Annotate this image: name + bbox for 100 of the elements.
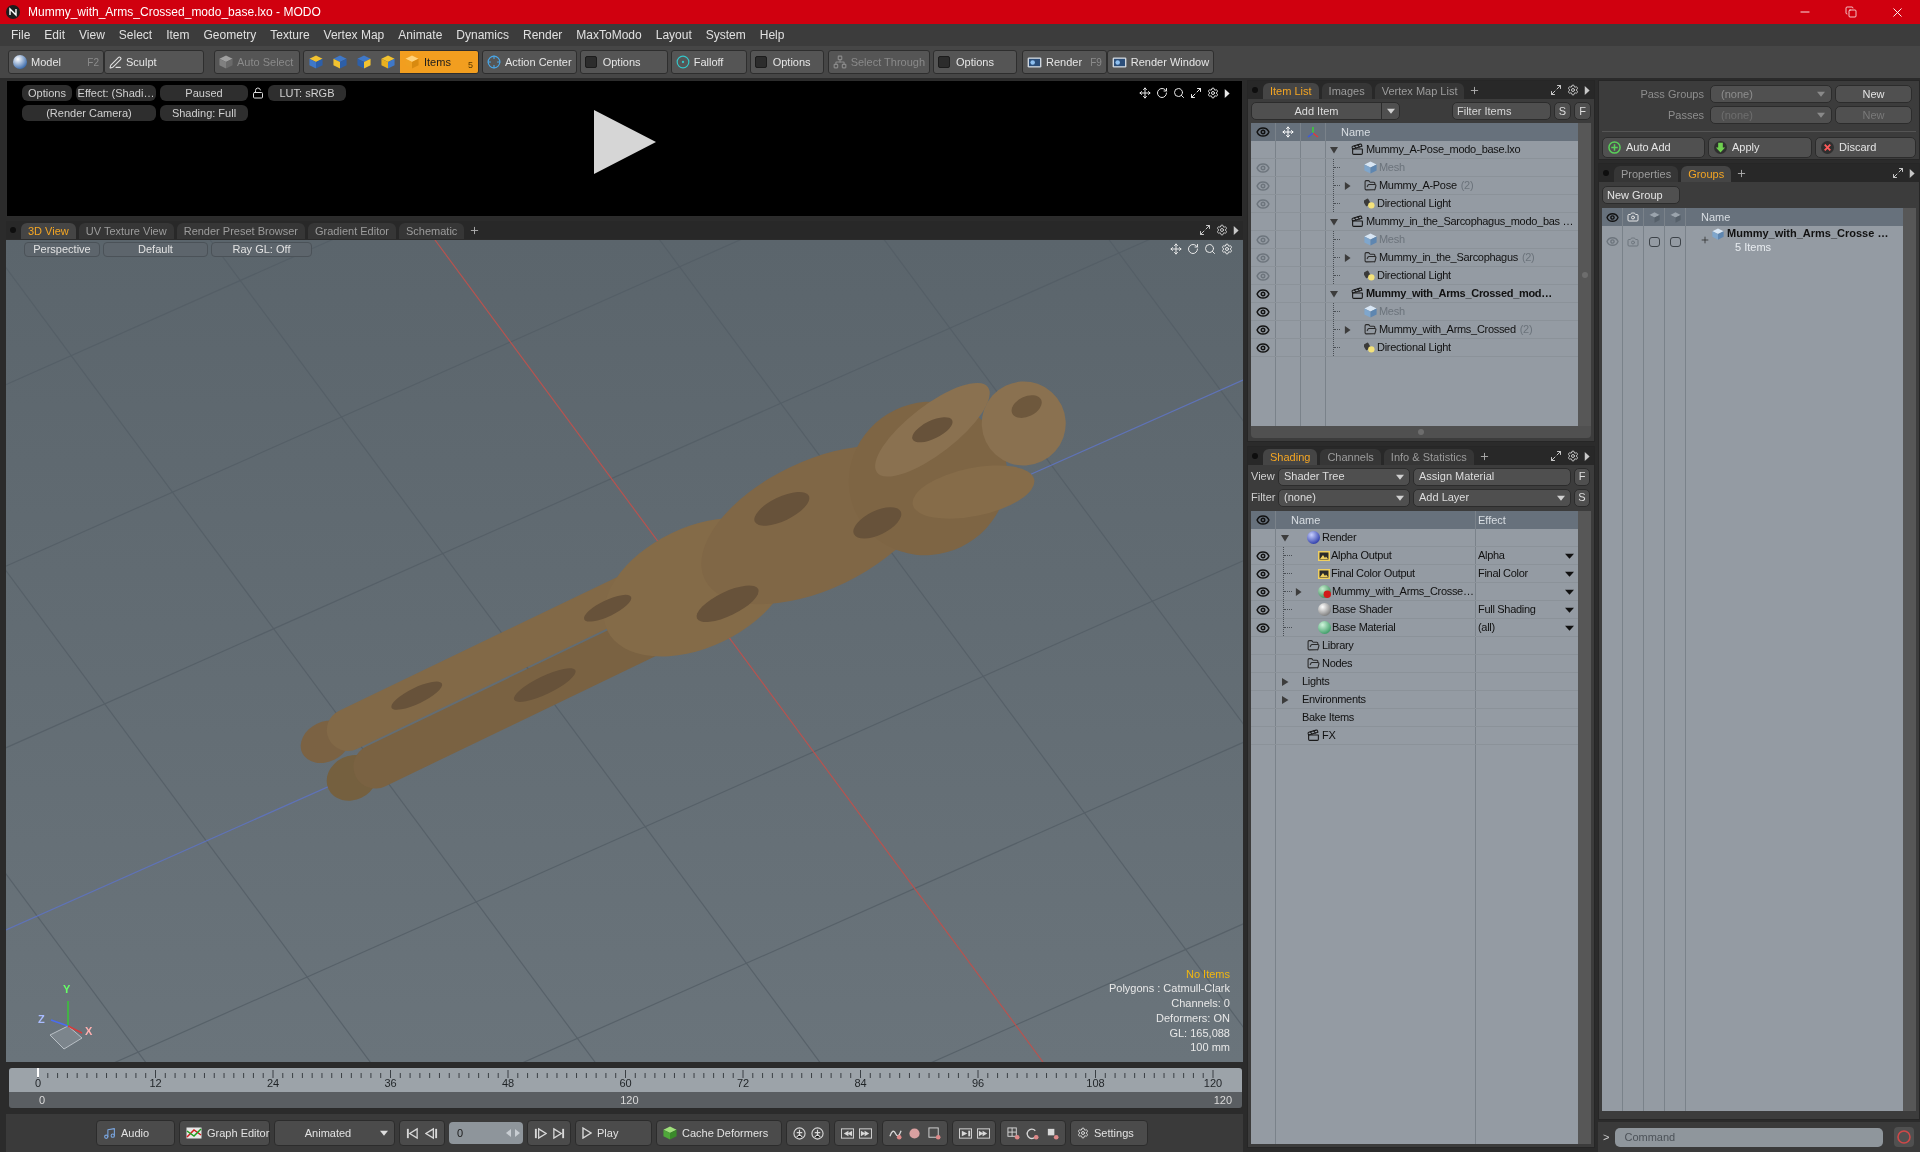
pass-action-button[interactable]: Discard bbox=[1815, 137, 1916, 158]
panel-tab[interactable]: Properties bbox=[1614, 166, 1679, 182]
menu-item[interactable]: Help bbox=[752, 26, 792, 44]
pass-action-button[interactable]: Apply bbox=[1708, 137, 1812, 158]
visibility-eye-icon[interactable] bbox=[1256, 286, 1270, 301]
selection-mode-button[interactable]: Items 5 bbox=[400, 51, 478, 73]
panel-tab[interactable]: Vertex Map List bbox=[1374, 83, 1465, 99]
grid-icon[interactable] bbox=[1007, 1126, 1021, 1140]
play-button[interactable]: Play bbox=[575, 1120, 652, 1146]
dropdown-arrow-icon[interactable] bbox=[1565, 624, 1574, 631]
rotate-icon[interactable] bbox=[1156, 87, 1168, 99]
settings-button[interactable]: Settings bbox=[1070, 1120, 1148, 1146]
vertical-scrollbar[interactable] bbox=[1578, 123, 1591, 426]
caret-icon[interactable] bbox=[1233, 225, 1239, 235]
menu-item[interactable]: Layout bbox=[648, 26, 699, 44]
expand-arrow-icon[interactable] bbox=[1330, 145, 1338, 154]
playhead-marker[interactable] bbox=[37, 1068, 39, 1077]
move-icon[interactable] bbox=[1139, 87, 1151, 99]
expand-arrow-icon[interactable] bbox=[1294, 587, 1302, 596]
padlock-icon[interactable] bbox=[252, 87, 264, 99]
square-icon[interactable] bbox=[1045, 1126, 1059, 1140]
panel-tab[interactable]: Gradient Editor bbox=[308, 223, 396, 239]
pass-action-button[interactable]: Auto Add bbox=[1602, 137, 1705, 158]
panel-tab[interactable]: 3D View bbox=[21, 223, 76, 239]
figure-circle-icon[interactable] bbox=[810, 1126, 824, 1140]
menu-dot-icon[interactable] bbox=[10, 227, 16, 233]
menu-item[interactable]: Item bbox=[159, 26, 197, 44]
panel-tab[interactable]: Groups bbox=[1681, 166, 1732, 182]
menu-item[interactable]: Dynamics bbox=[449, 26, 516, 44]
toolbar-button[interactable]: Sculpt bbox=[104, 50, 204, 74]
search-icon[interactable] bbox=[1173, 87, 1185, 99]
visibility-eye-icon[interactable] bbox=[1256, 620, 1270, 635]
dropdown-arrow-icon[interactable] bbox=[1565, 552, 1574, 559]
menu-item[interactable]: Edit bbox=[37, 26, 73, 44]
dropdown-arrow-icon[interactable] bbox=[380, 1130, 388, 1136]
expand-arrow-icon[interactable] bbox=[1281, 533, 1289, 542]
dropdown-arrow-icon[interactable] bbox=[1396, 473, 1404, 480]
filter-toggle-button[interactable]: F bbox=[1574, 102, 1591, 120]
panel-tab[interactable]: Render Preset Browser bbox=[176, 223, 305, 239]
frame-field[interactable]: 0 bbox=[449, 1122, 523, 1144]
visibility-eye-icon[interactable] bbox=[1256, 304, 1270, 319]
assign-material-button[interactable]: Assign Material bbox=[1413, 467, 1571, 486]
figure-circle-icon[interactable] bbox=[792, 1126, 806, 1140]
vertical-scrollbar[interactable] bbox=[1578, 511, 1591, 1144]
caret-icon[interactable] bbox=[1224, 88, 1230, 98]
add-tab-icon[interactable] bbox=[1469, 85, 1481, 96]
preview-button[interactable]: Shading: Full bbox=[160, 105, 248, 121]
dropdown-arrow-icon[interactable] bbox=[1565, 570, 1574, 577]
maximize-icon[interactable] bbox=[1199, 224, 1211, 236]
menu-item[interactable]: MaxToModo bbox=[569, 26, 649, 44]
vertical-scrollbar[interactable] bbox=[1903, 208, 1916, 1111]
menu-dot-icon[interactable] bbox=[1252, 87, 1258, 93]
maximize-icon[interactable] bbox=[1892, 167, 1904, 179]
add-tab-icon[interactable] bbox=[469, 225, 481, 236]
new-button[interactable]: New bbox=[1835, 85, 1912, 103]
add-tab-icon[interactable] bbox=[1478, 451, 1490, 462]
menu-dot-icon[interactable] bbox=[1252, 453, 1258, 459]
options-toggle-button[interactable]: Options bbox=[579, 50, 668, 74]
visibility-eye-icon[interactable] bbox=[1256, 584, 1270, 599]
expand-arrow-icon[interactable] bbox=[1281, 677, 1289, 686]
dropdown-arrow-icon[interactable] bbox=[1396, 494, 1404, 501]
expand-arrow-icon[interactable] bbox=[1330, 217, 1338, 226]
menu-item[interactable]: Geometry bbox=[196, 26, 264, 44]
cache-deformers-button[interactable]: Cache Deformers bbox=[656, 1120, 782, 1146]
panel-tab[interactable]: Info & Statistics bbox=[1383, 449, 1474, 465]
step-forward-icon[interactable] bbox=[958, 1126, 972, 1140]
skip-to-end-icon[interactable] bbox=[551, 1126, 565, 1140]
settings-icon[interactable] bbox=[1567, 84, 1579, 96]
step-forward-icon[interactable] bbox=[533, 1126, 547, 1140]
circular-arrow-icon[interactable] bbox=[1026, 1126, 1040, 1140]
menu-item[interactable]: Texture bbox=[263, 26, 317, 44]
menu-item[interactable]: System bbox=[698, 26, 753, 44]
dropdown-arrow-icon[interactable] bbox=[1386, 108, 1395, 114]
visibility-eye-icon[interactable] bbox=[1256, 566, 1270, 581]
view-dropdown[interactable]: Shader Tree bbox=[1278, 467, 1410, 486]
filter-toggle-button[interactable]: S bbox=[1554, 102, 1571, 120]
panel-tab[interactable]: Item List bbox=[1263, 83, 1319, 99]
menu-dot-icon[interactable] bbox=[1603, 170, 1609, 176]
dropdown-arrow-icon[interactable] bbox=[1557, 494, 1565, 501]
command-field[interactable]: Command bbox=[1615, 1127, 1884, 1147]
playback-range-bar[interactable]: 0 120 120 bbox=[9, 1092, 1242, 1108]
expand-arrow-icon[interactable] bbox=[1281, 695, 1289, 704]
fast-forward-icon[interactable] bbox=[976, 1126, 990, 1140]
menu-item[interactable]: Animate bbox=[391, 26, 450, 44]
rewind-icon[interactable] bbox=[840, 1126, 854, 1140]
skip-to-start-icon[interactable] bbox=[406, 1126, 419, 1140]
panel-tab[interactable]: UV Texture View bbox=[78, 223, 174, 239]
settings-icon[interactable] bbox=[1216, 224, 1228, 236]
preview-button[interactable]: Effect: (Shadi… bbox=[76, 85, 156, 101]
panel-tab[interactable]: Shading bbox=[1263, 449, 1318, 465]
caret-icon[interactable] bbox=[1584, 85, 1590, 95]
graph-editor-button[interactable]: Graph Editor bbox=[179, 1120, 270, 1146]
preview-button[interactable]: LUT: sRGB bbox=[268, 85, 346, 101]
play-icon[interactable] bbox=[594, 110, 656, 174]
toolbar-button[interactable]: Action Center bbox=[482, 50, 577, 74]
preview-button[interactable]: Options bbox=[22, 85, 72, 101]
add-layer-dropdown[interactable]: Add Layer bbox=[1413, 488, 1571, 507]
preview-button[interactable]: Paused bbox=[160, 85, 248, 101]
record-icon[interactable] bbox=[908, 1126, 922, 1140]
preview-button[interactable]: (Render Camera) bbox=[22, 105, 156, 121]
